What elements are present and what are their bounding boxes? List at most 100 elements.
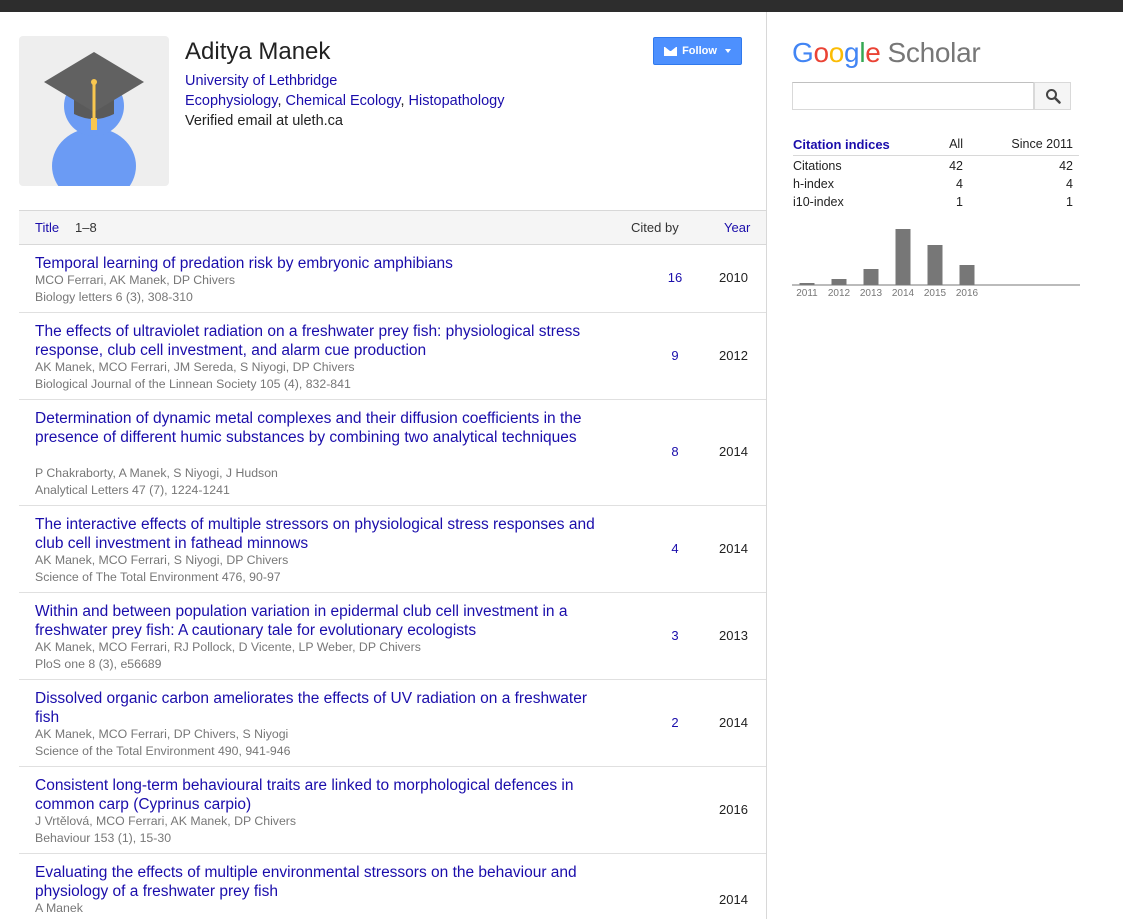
- article-row: Evaluating the effects of multiple envir…: [19, 854, 766, 919]
- chart-year-label: 2015: [924, 288, 947, 299]
- article-authors: AK Manek, MCO Ferrari, DP Chivers, S Niy…: [35, 727, 289, 741]
- article-year: 2014: [719, 541, 748, 556]
- chart-year-label: 2016: [956, 288, 979, 299]
- article-authors: MCO Ferrari, AK Manek, DP Chivers: [35, 273, 235, 287]
- article-row: The interactive effects of multiple stre…: [19, 506, 766, 593]
- metric-since: 42: [1059, 159, 1073, 173]
- col-since: Since 2011: [1011, 137, 1073, 151]
- dropdown-caret-icon: [724, 49, 731, 53]
- cited-by-link[interactable]: 2: [655, 715, 695, 730]
- article-title-link[interactable]: Dissolved organic carbon ameliorates the…: [35, 689, 595, 727]
- top-bar: [0, 0, 1123, 12]
- verified-email: Verified email at uleth.ca: [185, 113, 343, 129]
- article-venue: Behaviour 153 (1), 15-30: [35, 830, 172, 845]
- chart-year-label: 2013: [860, 288, 883, 299]
- article-title-link[interactable]: Consistent long-term behavioural traits …: [35, 776, 595, 814]
- sort-by-title[interactable]: Title: [35, 220, 59, 235]
- chart-year-label: 2014: [892, 288, 915, 299]
- article-year: 2012: [719, 348, 748, 363]
- sidebar: Google Scholar Citation indices All Since…: [767, 12, 1123, 919]
- article-authors: AK Manek, MCO Ferrari, S Niyogi, DP Chiv…: [35, 553, 289, 567]
- article-venue: Biology letters 6 (3), 308-310: [35, 289, 193, 304]
- article-row: Consistent long-term behavioural traits …: [19, 767, 766, 854]
- articles-table-header: Title 1–8 Cited by Year: [19, 210, 766, 245]
- logo-scholar-word: Scholar: [887, 37, 981, 68]
- cited-by-link[interactable]: 3: [655, 628, 695, 643]
- article-authors: P Chakraborty, A Manek, S Niyogi, J Huds…: [35, 466, 278, 480]
- article-range: 1–8: [75, 220, 97, 235]
- metric-label: Citations: [793, 159, 842, 173]
- search-input[interactable]: [792, 82, 1034, 110]
- affiliation-link[interactable]: University of Lethbridge: [185, 73, 337, 89]
- logo-letter: o: [813, 37, 829, 68]
- chart-bar[interactable]: [927, 245, 943, 285]
- citation-indices-header: Citation indices All Since 2011: [793, 135, 1079, 156]
- article-title-link[interactable]: Temporal learning of predation risk by e…: [35, 254, 595, 273]
- article-authors: AK Manek, MCO Ferrari, JM Sereda, S Niyo…: [35, 360, 355, 374]
- profile-main: Aditya Manek University of Lethbridge Ec…: [0, 12, 767, 919]
- metric-since: 1: [1066, 195, 1073, 209]
- article-title-link[interactable]: Evaluating the effects of multiple envir…: [35, 863, 595, 901]
- article-year: 2014: [719, 715, 748, 730]
- article-row: The effects of ultraviolet radiation on …: [19, 313, 766, 400]
- citation-indices-table: Citation indices All Since 2011 Citation…: [793, 135, 1079, 210]
- metric-label: i10-index: [793, 195, 844, 209]
- article-title-link[interactable]: Determination of dynamic metal complexes…: [35, 409, 595, 447]
- article-authors: A Manek: [35, 901, 83, 915]
- article-venue: PloS one 8 (3), e56689: [35, 656, 162, 671]
- chart-year-label: 2012: [828, 288, 851, 299]
- graduate-avatar-icon: [44, 52, 144, 186]
- interest-link[interactable]: Histopathology: [409, 93, 505, 109]
- logo-letter: e: [865, 37, 881, 68]
- cited-by-link[interactable]: 16: [655, 270, 695, 285]
- article-venue: Science of The Total Environment 476, 90…: [35, 569, 281, 584]
- follow-button[interactable]: Follow: [653, 37, 742, 65]
- cited-by-header: Cited by: [631, 220, 679, 235]
- chart-bar[interactable]: [799, 283, 815, 285]
- article-row: Dissolved organic carbon ameliorates the…: [19, 680, 766, 767]
- article-authors: J Vrtělová, MCO Ferrari, AK Manek, DP Ch…: [35, 814, 297, 828]
- article-row: Temporal learning of predation risk by e…: [19, 245, 766, 313]
- cited-by-link[interactable]: 4: [655, 541, 695, 556]
- article-title-link[interactable]: The effects of ultraviolet radiation on …: [35, 322, 595, 360]
- metric-all: 4: [956, 177, 963, 191]
- chart-bar[interactable]: [831, 279, 847, 285]
- citation-row: Citations 42 42: [793, 156, 1079, 174]
- search-icon: [1045, 89, 1061, 104]
- chart-year-label: 2011: [796, 288, 818, 299]
- cited-by-link[interactable]: 8: [655, 444, 695, 459]
- article-year: 2014: [719, 444, 748, 459]
- interest-link[interactable]: Chemical Ecology: [286, 93, 401, 109]
- chart-bar[interactable]: [895, 229, 911, 285]
- article-authors: AK Manek, MCO Ferrari, RJ Pollock, D Vic…: [35, 640, 421, 654]
- mail-icon: [664, 46, 678, 56]
- article-row: Within and between population variation …: [19, 593, 766, 680]
- cited-by-link[interactable]: 9: [655, 348, 695, 363]
- article-title-link[interactable]: The interactive effects of multiple stre…: [35, 515, 595, 553]
- chart-bar[interactable]: [959, 265, 975, 285]
- interest-link[interactable]: Ecophysiology: [185, 93, 277, 109]
- profile-details: University of Lethbridge Ecophysiology, …: [185, 71, 504, 131]
- article-year: 2013: [719, 628, 748, 643]
- article-year: 2010: [719, 270, 748, 285]
- metric-all: 42: [949, 159, 963, 173]
- sort-by-year[interactable]: Year: [724, 220, 750, 235]
- search-button[interactable]: [1034, 82, 1071, 110]
- logo-letter: g: [844, 37, 860, 68]
- col-all: All: [949, 137, 963, 151]
- logo-letter: o: [828, 37, 845, 68]
- article-year: 2016: [719, 802, 748, 817]
- article-venue: Analytical Letters 47 (7), 1224-1241: [35, 482, 230, 497]
- article-venue: Biological Journal of the Linnean Societ…: [35, 376, 351, 391]
- citation-indices-heading[interactable]: Citation indices: [793, 137, 890, 152]
- chart-bar[interactable]: [863, 269, 879, 285]
- follow-label: Follow: [682, 45, 717, 57]
- article-year: 2014: [719, 892, 748, 907]
- metric-label: h-index: [793, 177, 834, 191]
- citations-per-year-chart: 2011 2012 2013 2014 2015 2016: [792, 229, 1080, 299]
- article-title-link[interactable]: Within and between population variation …: [35, 602, 595, 640]
- avatar: [19, 36, 169, 186]
- google-scholar-logo[interactable]: Google Scholar: [792, 37, 981, 69]
- logo-letter: G: [792, 37, 814, 68]
- citation-row: i10-index 1 1: [793, 192, 1079, 210]
